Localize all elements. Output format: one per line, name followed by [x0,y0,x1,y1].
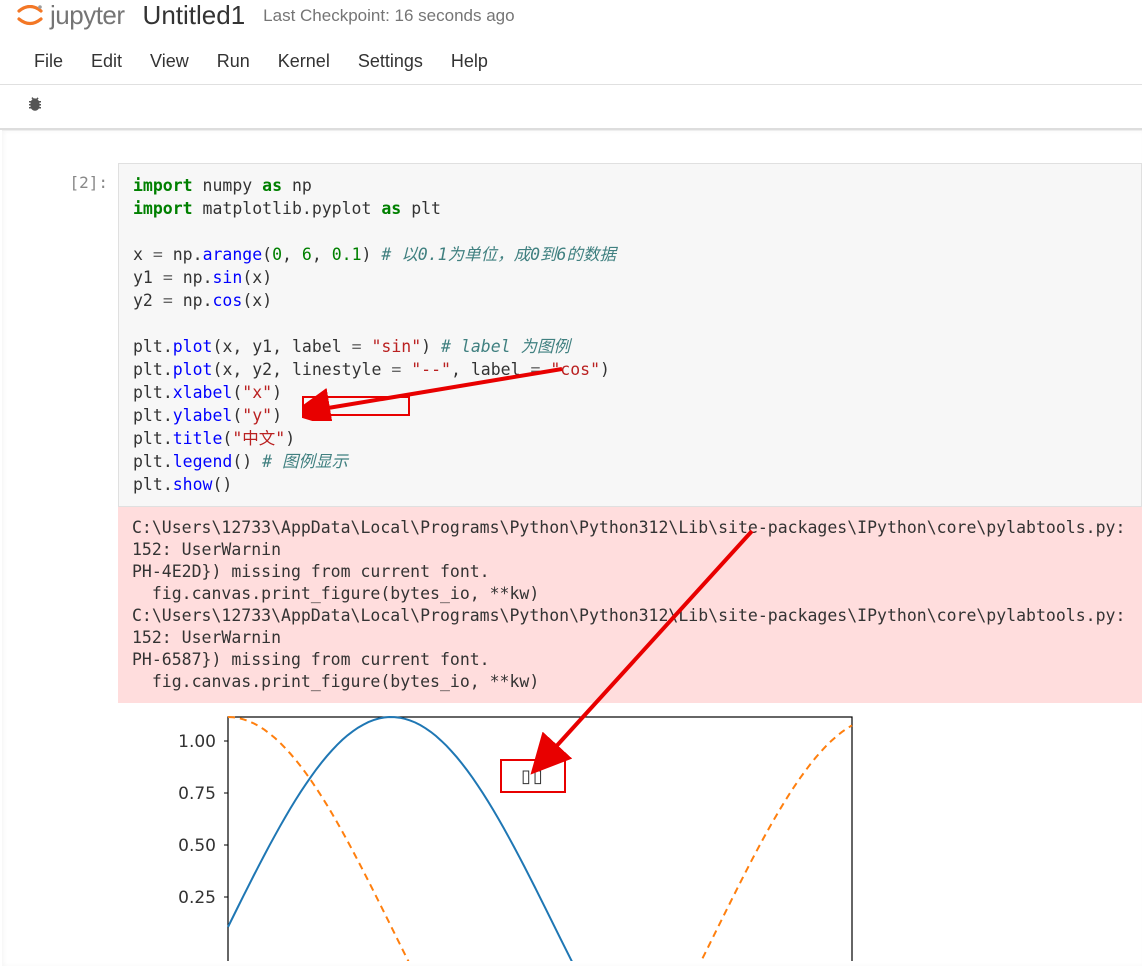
matplotlib-chart: 1.00 0.75 0.50 0.25 [158,711,878,961]
document-title[interactable]: Untitled1 [143,0,246,31]
menu-settings[interactable]: Settings [346,47,435,76]
notebook: [2]: import numpy as np import matplotli… [2,130,1142,966]
menu-run[interactable]: Run [205,47,262,76]
debug-icon[interactable] [20,91,50,122]
menu-bar: File Edit View Run Kernel Settings Help [0,39,1142,85]
logo-text: jupyter [50,0,125,31]
menu-edit[interactable]: Edit [79,47,134,76]
checkpoint-label: Last Checkpoint: 16 seconds ago [263,6,514,26]
app-header: jupyter Untitled1 Last Checkpoint: 16 se… [0,0,1142,39]
menu-help[interactable]: Help [439,47,500,76]
plot-output: 1.00 0.75 0.50 0.25 [118,703,1142,966]
stderr-output: C:\Users\12733\AppData\Local\Programs\Py… [118,507,1142,703]
svg-text:1.00: 1.00 [178,732,216,752]
cell-output: C:\Users\12733\AppData\Local\Programs\Py… [118,507,1142,966]
svg-text:0.50: 0.50 [178,836,216,856]
code-cell[interactable]: [2]: import numpy as np import matplotli… [10,163,1142,507]
jupyter-logo-icon [16,5,44,27]
menu-kernel[interactable]: Kernel [266,47,342,76]
code-editor[interactable]: import numpy as np import matplotlib.pyp… [118,163,1142,507]
jupyter-logo[interactable]: jupyter [16,0,125,31]
svg-text:0.75: 0.75 [178,784,216,804]
menu-view[interactable]: View [138,47,201,76]
cell-prompt: [2]: [10,163,118,507]
toolbar [0,85,1142,130]
svg-text:0.25: 0.25 [178,888,216,908]
menu-file[interactable]: File [22,47,75,76]
